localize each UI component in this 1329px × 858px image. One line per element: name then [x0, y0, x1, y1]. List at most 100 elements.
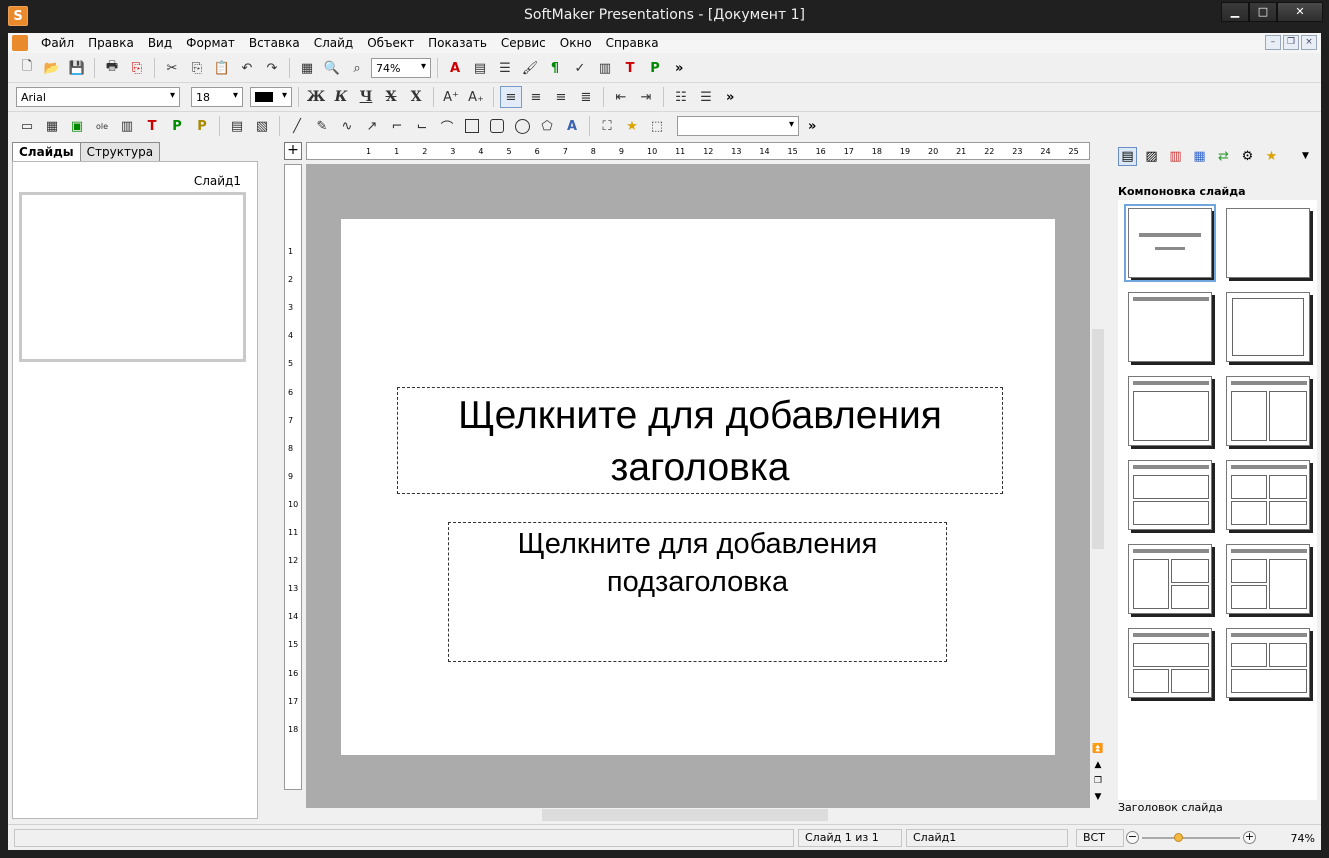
underline-button[interactable]: Ч	[355, 86, 377, 108]
zoom-icon[interactable]: 🔍	[321, 57, 343, 79]
insert-mode[interactable]: ВСТ	[1076, 829, 1124, 847]
title-placeholder[interactable]: Щелкните для добавления заголовка	[397, 387, 1003, 494]
canvas-horizontal-scrollbar[interactable]	[284, 808, 1090, 822]
menu-tools[interactable]: Сервис	[494, 33, 553, 53]
selection-icon[interactable]: ⬚	[646, 115, 668, 137]
vertical-scroll-thumb[interactable]	[1092, 329, 1104, 549]
video-tool-icon[interactable]: ▤	[226, 115, 248, 137]
layout-frame[interactable]	[1226, 292, 1310, 362]
layout-left-tall-right-split[interactable]	[1128, 544, 1212, 614]
zoom-in-icon[interactable]: +	[1243, 831, 1256, 844]
layout-blank[interactable]	[1226, 208, 1310, 278]
text-frame-tool-icon[interactable]: ▭	[16, 115, 38, 137]
arrow-tool-icon[interactable]: ↗	[361, 115, 383, 137]
first-slide-icon[interactable]: ⏫	[1090, 742, 1106, 756]
redo-icon[interactable]: ↷	[261, 57, 283, 79]
numbering-icon[interactable]: ☰	[695, 86, 717, 108]
undo-icon[interactable]: ↶	[236, 57, 258, 79]
menu-help[interactable]: Справка	[599, 33, 666, 53]
new-document-icon[interactable]: 🗋	[16, 57, 38, 79]
ole-tool-icon[interactable]: ole	[91, 115, 113, 137]
increase-indent-icon[interactable]: ⇥	[635, 86, 657, 108]
slide-thumbnail[interactable]	[19, 192, 246, 362]
chart-tool-icon[interactable]: ▥	[116, 115, 138, 137]
ellipse-tool-icon[interactable]	[511, 115, 533, 137]
sound-tool-icon[interactable]: ▧	[251, 115, 273, 137]
doc-minimize-button[interactable]: –	[1265, 35, 1281, 50]
ruler-corner-button[interactable]: +	[284, 142, 302, 160]
rounded-rect-tool-icon[interactable]	[486, 115, 508, 137]
print-icon[interactable]: 🖶	[101, 57, 123, 79]
layout-title-only[interactable]	[1128, 292, 1212, 362]
group-icon[interactable]: ⛶	[596, 115, 618, 137]
design-icon[interactable]: ▨	[1142, 147, 1161, 166]
effects-star-icon[interactable]: ★	[1262, 147, 1281, 166]
superscript-icon[interactable]: A⁺	[440, 86, 462, 108]
align-center-icon[interactable]: ≡	[525, 86, 547, 108]
toolbar-more-icon[interactable]: »	[675, 61, 683, 76]
star-icon[interactable]: ★	[621, 115, 643, 137]
rectangle-tool-icon[interactable]	[461, 115, 483, 137]
slide-canvas[interactable]: Щелкните для добавления заголовка Щелкни…	[306, 164, 1090, 808]
autoshape-tool-icon[interactable]: ⬠	[536, 115, 558, 137]
textmaker-icon[interactable]: T	[619, 57, 641, 79]
presentations-frame-icon[interactable]: P	[191, 115, 213, 137]
tab-outline[interactable]: Структура	[79, 142, 161, 161]
layout-two-columns[interactable]	[1226, 376, 1310, 446]
sidebar-menu-chevron-down-icon[interactable]: ▼	[1296, 147, 1315, 166]
font-size-combo[interactable]: 18	[191, 87, 243, 107]
toolbar-more-icon[interactable]: »	[808, 119, 816, 134]
horizontal-ruler[interactable]: 1 1 2 3 4 5 6 7 8 9 10 11 12 13 14 15 16 17 18 19 20 21 22 23 24…	[306, 142, 1090, 160]
zoom-fit-icon[interactable]: ▦	[296, 57, 318, 79]
text-frame-icon[interactable]: ▤	[469, 57, 491, 79]
italic-button[interactable]: К	[330, 86, 352, 108]
double-strike-button[interactable]: Х	[405, 86, 427, 108]
background-icon[interactable]: ▦	[1190, 147, 1209, 166]
menu-window[interactable]: Окно	[553, 33, 599, 53]
bold-button[interactable]: Ж	[305, 86, 327, 108]
close-button[interactable]: ✕	[1277, 2, 1323, 22]
bullet-list-icon[interactable]: ☰	[494, 57, 516, 79]
curve-tool-icon[interactable]: ∿	[336, 115, 358, 137]
curved-connector-icon[interactable]: ⌒	[436, 115, 458, 137]
animation-icon[interactable]: ⚙	[1238, 147, 1257, 166]
horizontal-scroll-thumb[interactable]	[542, 809, 828, 821]
decrease-indent-icon[interactable]: ⇤	[610, 86, 632, 108]
textmaker-frame-icon[interactable]: T	[141, 115, 163, 137]
object-combo[interactable]	[677, 116, 799, 136]
zoom-track[interactable]	[1142, 837, 1240, 839]
text-color-combo[interactable]	[250, 87, 292, 107]
spellcheck-icon[interactable]: ✓	[569, 57, 591, 79]
layout-four-boxes[interactable]	[1226, 460, 1310, 530]
layout-two-rows[interactable]	[1128, 460, 1212, 530]
elbow-connector-icon[interactable]: ⌙	[411, 115, 433, 137]
doc-close-button[interactable]: ×	[1301, 35, 1317, 50]
search-icon[interactable]: ⌕	[346, 57, 368, 79]
menu-view[interactable]: Вид	[141, 33, 179, 53]
freehand-tool-icon[interactable]: ✎	[311, 115, 333, 137]
connector-tool-icon[interactable]: ⌐	[386, 115, 408, 137]
layout-top-split-bottom-wide[interactable]	[1226, 628, 1310, 698]
tab-slides[interactable]: Слайды	[12, 142, 81, 162]
menu-object[interactable]: Объект	[360, 33, 421, 53]
layout-top-wide-bottom-split[interactable]	[1128, 628, 1212, 698]
subscript-icon[interactable]: A₊	[465, 86, 487, 108]
slide-pages-icon[interactable]: ❐	[1090, 774, 1106, 788]
slide[interactable]: Щелкните для добавления заголовка Щелкни…	[341, 219, 1055, 755]
title-bar[interactable]: S SoftMaker Presentations - [Документ 1]…	[0, 0, 1329, 33]
justify-icon[interactable]: ≣	[575, 86, 597, 108]
vertical-ruler[interactable]: 1 2 3 4 5 6 7 8 9 10 11 12 13 14 15 16 17 18	[284, 164, 302, 790]
menu-insert[interactable]: Вставка	[242, 33, 307, 53]
line-tool-icon[interactable]: ╱	[286, 115, 308, 137]
layout-title-content[interactable]	[1128, 376, 1212, 446]
cut-icon[interactable]: ✂	[161, 57, 183, 79]
zoom-slider-knob[interactable]	[1174, 833, 1184, 842]
layout-left-split-right-tall[interactable]	[1226, 544, 1310, 614]
table-tool-icon[interactable]: ▦	[41, 115, 63, 137]
minimize-button[interactable]: ▁	[1221, 2, 1249, 22]
document-icon[interactable]	[12, 35, 28, 51]
export-pdf-icon[interactable]: ⎘	[126, 57, 148, 79]
maximize-button[interactable]: □	[1249, 2, 1277, 22]
color-scheme-icon[interactable]: ▥	[1166, 147, 1185, 166]
chart-icon[interactable]: ▥	[594, 57, 616, 79]
